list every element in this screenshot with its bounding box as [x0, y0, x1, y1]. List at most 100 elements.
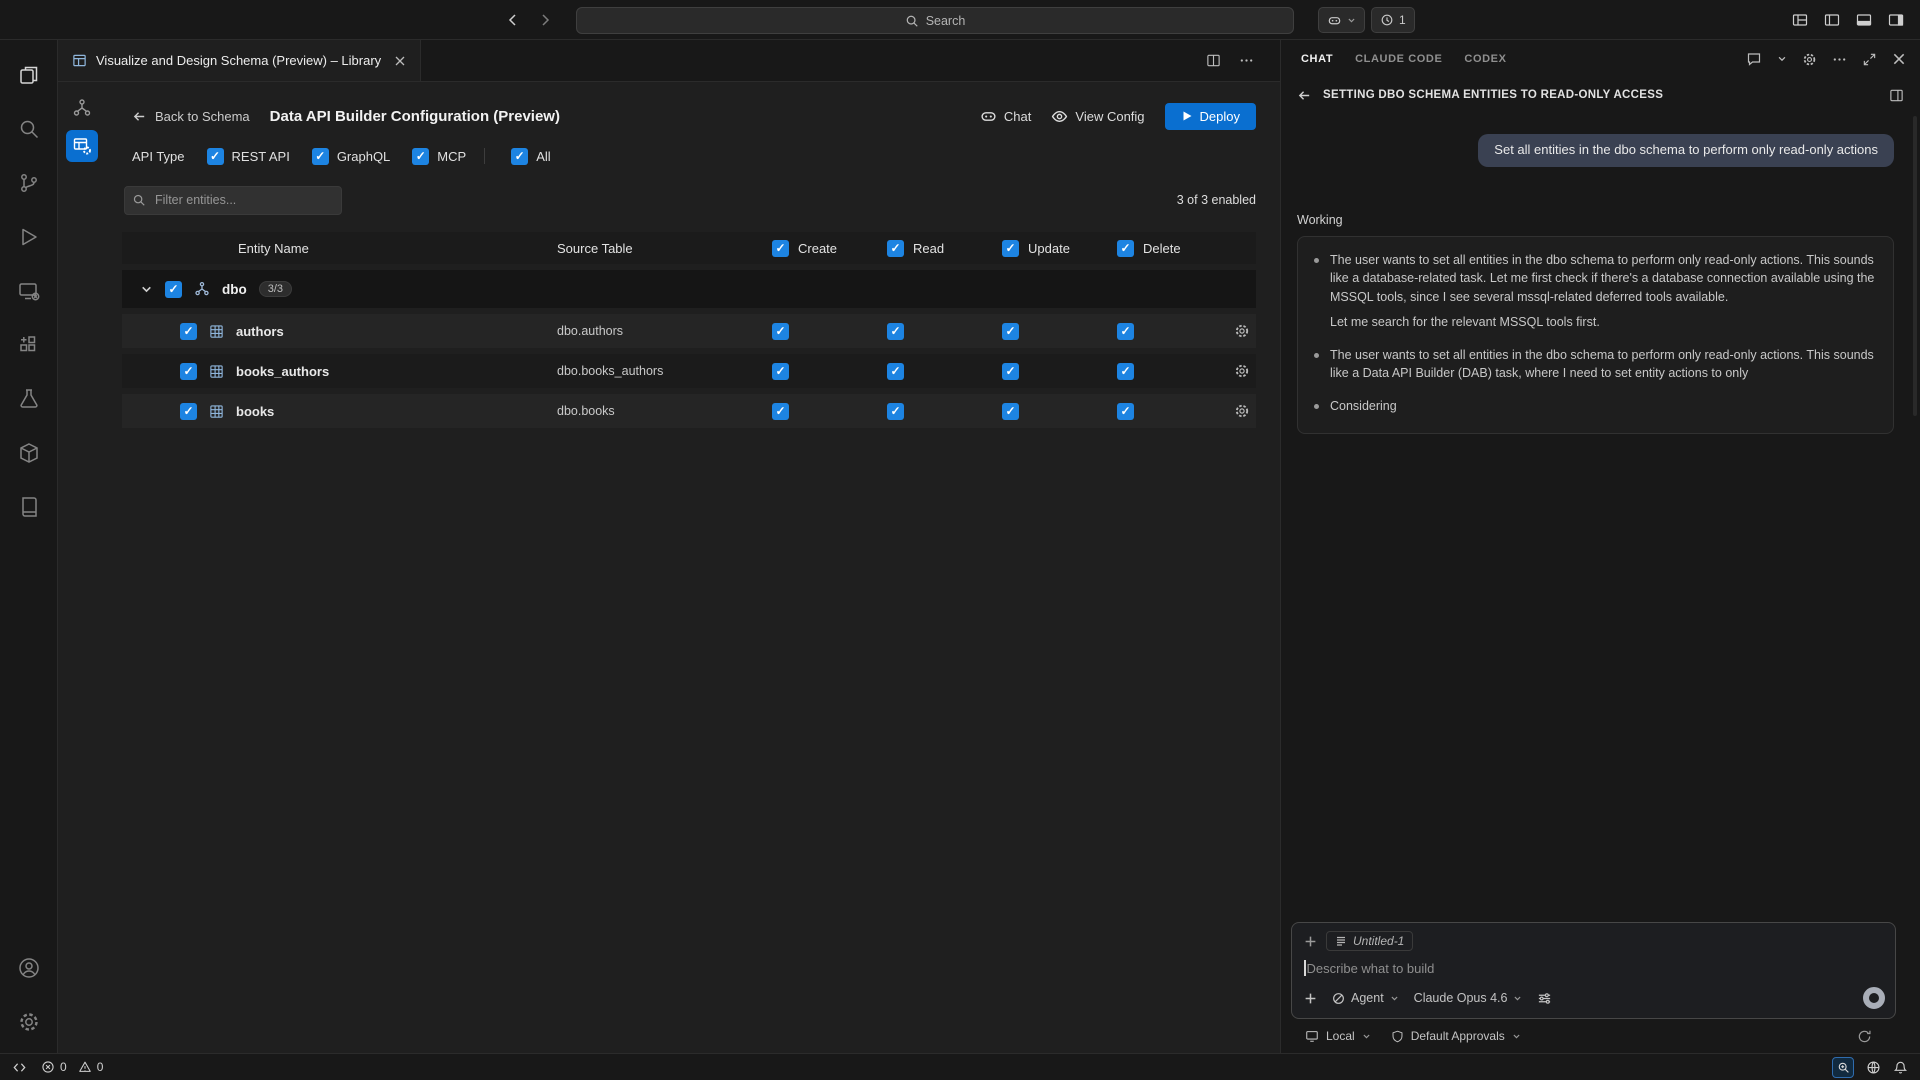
chevron-down-icon [1362, 1032, 1371, 1041]
remote-indicator-icon[interactable] [12, 1060, 27, 1075]
read-checkbox[interactable] [887, 323, 904, 340]
remote-explorer-icon[interactable] [0, 264, 58, 318]
toggle-panel-icon[interactable] [1856, 12, 1872, 28]
settings-gear-icon[interactable] [0, 995, 58, 1049]
panel-more-icon[interactable] [1832, 52, 1847, 67]
chat-input-box[interactable]: Untitled-1 Describe what to build Agent [1291, 922, 1896, 1019]
back-to-schema-label: Back to Schema [155, 109, 250, 124]
schema-group-checkbox[interactable] [165, 281, 182, 298]
tab-claude-code[interactable]: CLAUDE CODE [1355, 53, 1442, 65]
filter-entities-input[interactable] [124, 186, 342, 215]
graphql-checkbox[interactable] [312, 148, 329, 165]
environment-picker[interactable]: Local [1305, 1029, 1371, 1043]
extensions-icon[interactable] [0, 318, 58, 372]
table-row[interactable]: books dbo.books [122, 394, 1256, 428]
agent-mode-picker[interactable]: Agent [1332, 991, 1399, 1005]
row-settings-gear-icon[interactable] [1232, 403, 1256, 419]
rest-api-checkbox[interactable] [207, 148, 224, 165]
chat-button[interactable]: Chat [980, 108, 1031, 125]
open-in-editor-icon[interactable] [1889, 88, 1904, 103]
read-all-checkbox[interactable] [887, 240, 904, 257]
package-cube-icon[interactable] [0, 426, 58, 480]
approvals-picker[interactable]: Default Approvals [1391, 1029, 1521, 1043]
sync-icon[interactable] [1857, 1029, 1872, 1044]
tab-visualize-schema[interactable]: Visualize and Design Schema (Preview) – … [58, 40, 421, 81]
explorer-icon[interactable] [0, 48, 58, 102]
divider [484, 148, 485, 164]
forward-arrow-icon[interactable] [537, 12, 553, 28]
table-row[interactable]: authors dbo.authors [122, 314, 1256, 348]
row-select-checkbox[interactable] [180, 363, 197, 380]
api-config-view-icon[interactable] [66, 130, 98, 162]
context-chip[interactable]: Untitled-1 [1326, 931, 1413, 951]
customize-layout-icon[interactable] [1792, 12, 1808, 28]
split-editor-icon[interactable] [1206, 53, 1221, 68]
session-count-button[interactable]: 1 [1371, 7, 1415, 33]
create-all-checkbox[interactable] [772, 240, 789, 257]
back-arrow-icon[interactable] [505, 12, 521, 28]
schema-group-row[interactable]: dbo 3/3 [122, 270, 1256, 308]
add-context-icon[interactable] [1304, 935, 1317, 948]
create-checkbox[interactable] [772, 403, 789, 420]
language-globe-icon[interactable] [1866, 1060, 1881, 1075]
copilot-menu-button[interactable] [1318, 7, 1365, 33]
run-debug-icon[interactable] [0, 210, 58, 264]
scrollbar-thumb[interactable] [1913, 116, 1917, 416]
new-chat-icon[interactable] [1746, 51, 1762, 67]
row-settings-gear-icon[interactable] [1232, 363, 1256, 379]
status-bar: 0 0 [0, 1053, 1920, 1080]
entity-name: books_authors [236, 364, 329, 379]
search-sidebar-icon[interactable] [0, 102, 58, 156]
close-panel-icon[interactable] [1892, 52, 1906, 66]
all-api-checkbox[interactable] [511, 148, 528, 165]
send-voice-button[interactable] [1863, 987, 1885, 1009]
create-checkbox[interactable] [772, 323, 789, 340]
maximize-panel-icon[interactable] [1862, 52, 1877, 67]
row-select-checkbox[interactable] [180, 323, 197, 340]
account-icon[interactable] [0, 941, 58, 995]
tab-codex[interactable]: CODEX [1464, 53, 1506, 65]
read-checkbox[interactable] [887, 363, 904, 380]
editor-more-actions-icon[interactable] [1239, 53, 1254, 68]
schema-designer-view-icon[interactable] [66, 92, 98, 124]
notifications-bell-icon[interactable] [1893, 1060, 1908, 1075]
delete-checkbox[interactable] [1117, 403, 1134, 420]
chevron-down-icon[interactable] [1777, 54, 1787, 64]
deploy-button[interactable]: Deploy [1165, 103, 1256, 130]
editor-area: Visualize and Design Schema (Preview) – … [58, 40, 1280, 1053]
command-search-box[interactable]: Search [576, 7, 1294, 34]
model-picker[interactable]: Claude Opus 4.6 [1414, 991, 1523, 1005]
table-row[interactable]: books_authors dbo.books_authors [122, 354, 1256, 388]
back-to-schema-link[interactable]: Back to Schema [132, 109, 250, 124]
mcp-checkbox[interactable] [412, 148, 429, 165]
zoom-in-button[interactable] [1832, 1057, 1854, 1078]
create-checkbox[interactable] [772, 363, 789, 380]
search-icon [905, 14, 919, 28]
session-back-icon[interactable] [1297, 88, 1312, 103]
warning-icon [78, 1060, 92, 1074]
delete-checkbox[interactable] [1117, 323, 1134, 340]
update-checkbox[interactable] [1002, 323, 1019, 340]
chevron-down-icon[interactable] [140, 283, 153, 296]
delete-all-checkbox[interactable] [1117, 240, 1134, 257]
toggle-secondary-sidebar-icon[interactable] [1888, 12, 1904, 28]
attach-plus-icon[interactable] [1304, 992, 1317, 1005]
read-checkbox[interactable] [887, 403, 904, 420]
row-select-checkbox[interactable] [180, 403, 197, 420]
problems-indicator[interactable]: 0 0 [41, 1060, 103, 1074]
tab-chat[interactable]: CHAT [1301, 53, 1333, 65]
testing-beaker-icon[interactable] [0, 372, 58, 426]
library-book-icon[interactable] [0, 480, 58, 534]
chat-input-placeholder[interactable]: Describe what to build [1307, 961, 1435, 976]
delete-checkbox[interactable] [1117, 363, 1134, 380]
tab-close-icon[interactable] [394, 55, 406, 67]
toggle-sidebar-icon[interactable] [1824, 12, 1840, 28]
source-control-icon[interactable] [0, 156, 58, 210]
row-settings-gear-icon[interactable] [1232, 323, 1256, 339]
view-config-button[interactable]: View Config [1051, 108, 1144, 125]
tools-sliders-icon[interactable] [1537, 991, 1552, 1006]
chat-settings-gear-icon[interactable] [1802, 52, 1817, 67]
update-checkbox[interactable] [1002, 363, 1019, 380]
update-all-checkbox[interactable] [1002, 240, 1019, 257]
update-checkbox[interactable] [1002, 403, 1019, 420]
